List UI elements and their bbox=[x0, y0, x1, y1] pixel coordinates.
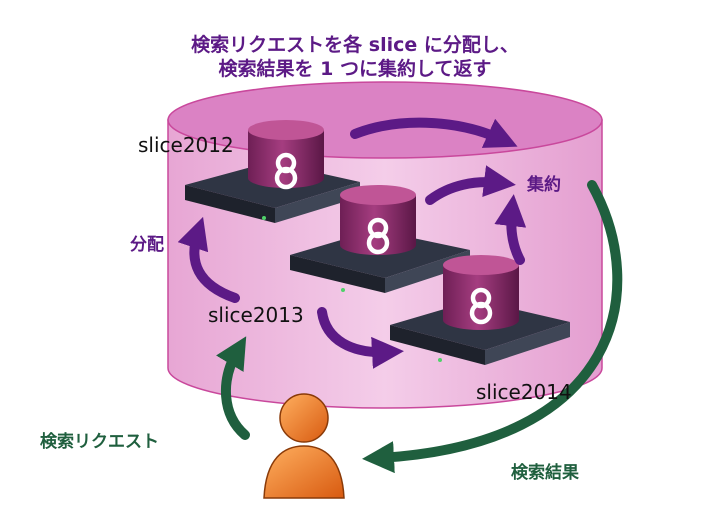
label-distribute: 分配 bbox=[130, 235, 164, 255]
label-search-request: 検索リクエスト bbox=[40, 432, 159, 452]
label-slice2012: slice2012 bbox=[138, 133, 234, 157]
label-slice2014: slice2014 bbox=[476, 380, 572, 404]
database-icon bbox=[340, 185, 416, 255]
title-line-1: 検索リクエストを各 slice に分配し、 bbox=[191, 34, 519, 56]
label-aggregate: 集約 bbox=[527, 175, 561, 195]
title-line-2: 検索結果を 1 つに集約して返す bbox=[218, 58, 492, 80]
label-slice2013: slice2013 bbox=[208, 303, 304, 327]
database-icon bbox=[248, 120, 324, 190]
database-icon bbox=[443, 255, 519, 330]
user-icon bbox=[263, 393, 345, 499]
diagram: 検索リクエストを各 slice に分配し、 検索結果を 1 つに集約して返す s… bbox=[0, 0, 710, 517]
label-search-result: 検索結果 bbox=[511, 463, 579, 483]
